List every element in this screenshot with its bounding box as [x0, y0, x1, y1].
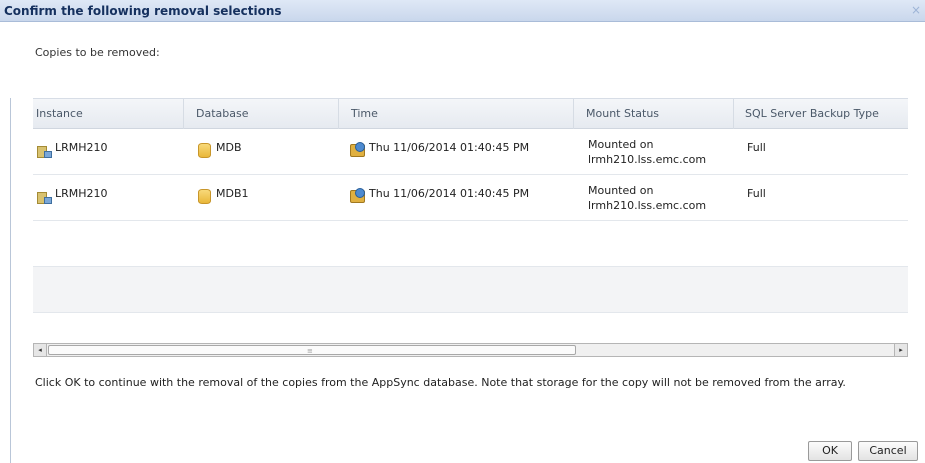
- table-row[interactable]: LRMH210 MDB Thu 11/06/2014 01:40:45 PM M…: [33, 129, 908, 175]
- cell-instance: LRMH210: [55, 141, 108, 154]
- col-time[interactable]: Time: [351, 107, 378, 120]
- grip-icon: ≡: [307, 347, 313, 355]
- empty-row: [33, 221, 908, 267]
- left-divider: [10, 98, 11, 463]
- mount-status-line1: Mounted on: [588, 138, 654, 151]
- col-database[interactable]: Database: [196, 107, 249, 120]
- removal-note: Click OK to continue with the removal of…: [35, 376, 846, 389]
- dialog-titlebar: Confirm the following removal selections…: [0, 0, 925, 22]
- server-instance-icon: [36, 143, 52, 159]
- empty-row: [33, 267, 908, 313]
- table-header: Instance Database Time Mount Status SQL …: [33, 99, 908, 129]
- copy-time-icon: [350, 142, 366, 158]
- ok-button[interactable]: OK: [808, 441, 852, 461]
- cell-mount-status: Mounted on lrmh210.lss.emc.com: [588, 183, 718, 213]
- cell-database: MDB: [216, 141, 242, 154]
- mount-status-line1: Mounted on: [588, 184, 654, 197]
- database-icon: [198, 143, 211, 158]
- dialog-title: Confirm the following removal selections: [4, 4, 282, 18]
- empty-row: [33, 313, 908, 343]
- table-row[interactable]: LRMH210 MDB1 Thu 11/06/2014 01:40:45 PM …: [33, 175, 908, 221]
- cell-mount-status: Mounted on lrmh210.lss.emc.com: [588, 137, 718, 167]
- mount-status-line2: lrmh210.lss.emc.com: [588, 153, 707, 166]
- cell-instance: LRMH210: [55, 187, 108, 200]
- cancel-button[interactable]: Cancel: [858, 441, 918, 461]
- database-icon: [198, 189, 211, 204]
- col-instance[interactable]: Instance: [36, 107, 83, 120]
- cell-time: Thu 11/06/2014 01:40:45 PM: [369, 187, 530, 200]
- col-mount-status[interactable]: Mount Status: [586, 107, 659, 120]
- server-instance-icon: [36, 189, 52, 205]
- col-backup-type[interactable]: SQL Server Backup Type: [745, 107, 879, 120]
- copies-subheading: Copies to be removed:: [35, 46, 160, 59]
- copies-table: Instance Database Time Mount Status SQL …: [33, 98, 908, 343]
- scroll-thumb[interactable]: ≡: [48, 345, 576, 355]
- horizontal-scrollbar[interactable]: ◂ ≡ ▸: [33, 343, 908, 357]
- scroll-left-icon[interactable]: ◂: [34, 344, 47, 356]
- cell-backup-type: Full: [747, 141, 766, 154]
- close-icon[interactable]: ×: [911, 3, 921, 17]
- scroll-right-icon[interactable]: ▸: [894, 344, 907, 356]
- cell-database: MDB1: [216, 187, 249, 200]
- mount-status-line2: lrmh210.lss.emc.com: [588, 199, 707, 212]
- cell-time: Thu 11/06/2014 01:40:45 PM: [369, 141, 530, 154]
- cell-backup-type: Full: [747, 187, 766, 200]
- copy-time-icon: [350, 188, 366, 204]
